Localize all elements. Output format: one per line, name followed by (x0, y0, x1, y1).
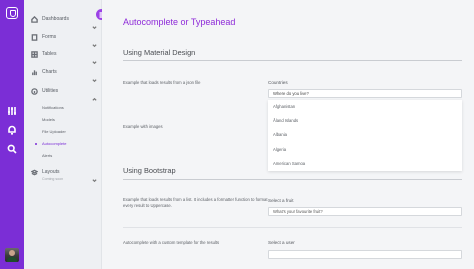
sidebar-item-charts[interactable]: Charts (31, 67, 97, 82)
dropdown-option[interactable]: American Samoa (273, 161, 305, 166)
countries-label: Countries (268, 80, 288, 85)
sidebar-item-label: Forms (42, 34, 57, 40)
fruit-label: Select a fruit (268, 198, 294, 203)
chevron-down-icon (92, 35, 97, 47)
sidebar-item-label: Utilities (42, 88, 59, 94)
user-input[interactable] (268, 250, 462, 259)
sidebar-subitem-alerts[interactable]: Alerts (42, 153, 52, 158)
sidebar-subitem-models[interactable]: Models (42, 117, 55, 122)
sidebar-item-utilities[interactable]: Utilities (31, 86, 97, 101)
sidebar-item-label: Dashboards (42, 16, 69, 22)
sliders-icon[interactable] (7, 106, 17, 116)
countries-dropdown: Afghanistan Åland Islands Albania Algeri… (268, 100, 462, 171)
list-example-description: Example that loads results from a list. … (123, 197, 268, 208)
chevron-down-icon (92, 70, 97, 82)
home-icon (31, 15, 38, 23)
user-label: Select a user (268, 240, 295, 245)
sidebar-item-label: Charts (42, 69, 57, 75)
dropdown-option[interactable]: Åland Islands (273, 118, 298, 123)
sidebar-item-tables[interactable]: Tables (31, 49, 97, 64)
sidebar-item-dashboards[interactable]: Dashboards (31, 14, 97, 29)
table-icon (31, 50, 38, 58)
sidebar-item-forms[interactable]: Forms (31, 32, 97, 47)
active-indicator-dot (35, 143, 37, 145)
sidebar-item-layouts[interactable]: Layouts (31, 167, 97, 182)
row-divider (123, 227, 462, 228)
chevron-down-icon (92, 170, 97, 182)
section-divider (123, 179, 462, 180)
file-icon (31, 33, 38, 41)
page-title: Autocomplete or Typeahead (123, 17, 236, 27)
section-title-material: Using Material Design (123, 48, 196, 57)
countries-input[interactable] (268, 89, 462, 98)
bell-icon[interactable] (7, 125, 17, 135)
dropdown-option[interactable]: Afghanistan (273, 104, 295, 109)
layers-icon (31, 169, 38, 176)
template-example-description: Autocomplete with a custom template for … (123, 240, 220, 245)
section-title-bootstrap: Using Bootstrap (123, 166, 176, 175)
json-example-description: Example that loads results from a json f… (123, 80, 201, 85)
dropdown-option[interactable]: Algeria (273, 147, 286, 152)
shield-logo-icon[interactable] (6, 7, 18, 19)
chevron-up-icon (92, 89, 97, 101)
icon-rail (0, 0, 24, 269)
avatar[interactable] (5, 248, 19, 262)
bar-chart-icon (31, 69, 38, 76)
info-icon (31, 87, 38, 95)
sidebar-subitem-notifications[interactable]: Notifications (42, 105, 64, 110)
search-icon[interactable] (7, 144, 17, 154)
fruit-input[interactable] (268, 207, 462, 216)
section-divider (123, 60, 462, 61)
sidebar-item-label: Layouts (42, 169, 60, 175)
layouts-caption: Coming soon (42, 177, 64, 181)
chevron-down-icon (92, 52, 97, 64)
sidebar-subitem-file-uploader[interactable]: File Uploader (42, 129, 66, 134)
images-example-description: Example with images (123, 124, 163, 129)
dropdown-option[interactable]: Albania (273, 132, 287, 137)
sidebar-item-label: Tables (42, 51, 57, 57)
sidebar-subitem-autocomplete[interactable]: Autocomplete (42, 141, 66, 146)
